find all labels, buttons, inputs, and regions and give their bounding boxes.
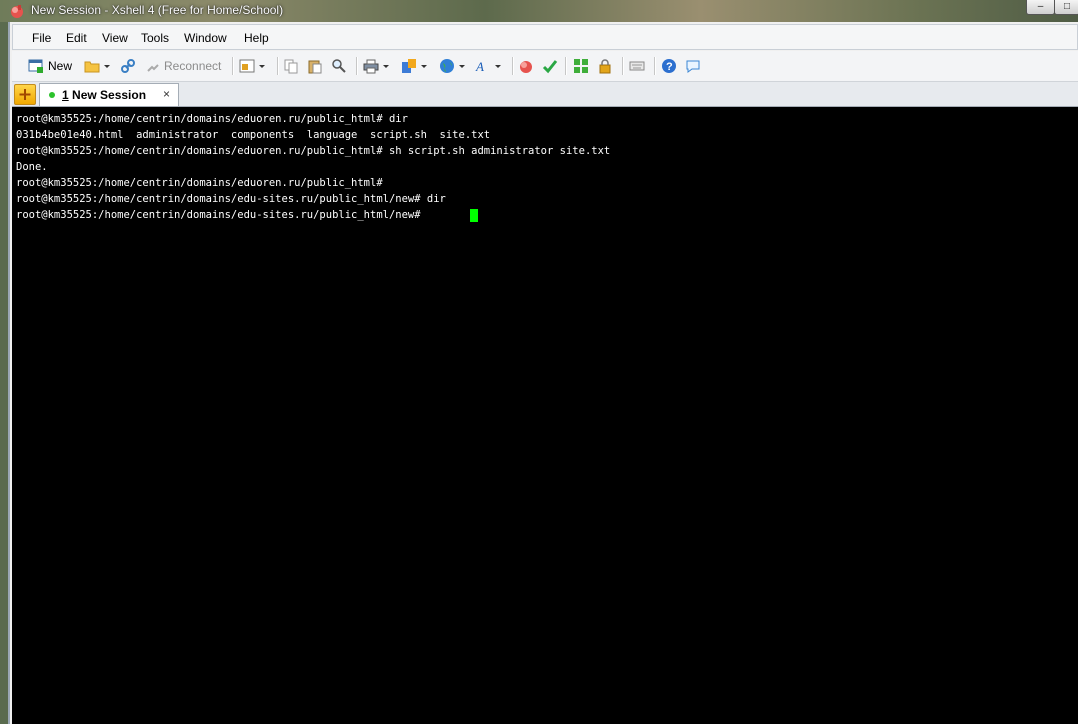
menu-file[interactable]: File [32, 31, 51, 45]
tab-label: 1 New Session [62, 88, 146, 102]
window-title: New Session - Xshell 4 (Free for Home/Sc… [31, 3, 284, 17]
grid-icon [574, 59, 588, 73]
plus-arrow-icon [19, 89, 31, 100]
add-session-button[interactable] [14, 84, 36, 105]
link-icon [121, 59, 135, 73]
globe-icon [440, 59, 454, 73]
reconnect-button[interactable]: Reconnect [145, 56, 221, 76]
xftp-icon [542, 60, 558, 74]
minimize-icon: – [1037, 1, 1044, 12]
xshell-icon [520, 61, 532, 73]
app-window: File Edit View Tools Window Help New Rec… [8, 22, 1078, 724]
maximize-icon: □ [1063, 1, 1071, 12]
help-icon: ? [662, 59, 676, 73]
copy-icon [284, 59, 298, 74]
chevron-down-icon[interactable] [259, 64, 265, 68]
toolbar-separator [232, 57, 234, 75]
new-session-icon [28, 59, 43, 73]
toolbar: New Reconnect A ? [12, 51, 1078, 82]
terminal-line: root@km35525:/home/centrin/domains/eduor… [16, 145, 611, 157]
terminal-line: root@km35525:/home/centrin/domains/edu-s… [16, 193, 446, 205]
toolbar-separator [277, 57, 279, 75]
connect-button[interactable] [120, 56, 136, 76]
reconnect-label: Reconnect [164, 59, 222, 73]
chevron-down-icon[interactable] [495, 64, 501, 68]
search-icon [332, 59, 346, 73]
menu-view[interactable]: View [102, 31, 128, 45]
close-icon[interactable]: × [163, 87, 170, 101]
paste-button[interactable] [307, 56, 323, 76]
minimize-button[interactable]: – [1026, 0, 1055, 15]
tab-number: 1 [62, 88, 69, 102]
terminal-line: root@km35525:/home/centrin/domains/eduor… [16, 113, 408, 125]
help-button[interactable]: ? [661, 56, 677, 76]
printer-icon [363, 59, 379, 74]
new-session-button[interactable]: New [28, 56, 72, 76]
open-button[interactable] [84, 56, 110, 76]
svg-text:A: A [475, 59, 484, 74]
terminal-cursor [470, 209, 478, 222]
toolbar-separator [356, 57, 358, 75]
toolbar-separator [512, 57, 514, 75]
tab-name: New Session [68, 88, 147, 102]
terminal-line: 031b4be01e40.html administrator componen… [16, 129, 491, 141]
keyboard-icon [629, 61, 645, 71]
print-button[interactable] [363, 56, 389, 76]
folder-open-icon [84, 61, 100, 73]
properties-icon [239, 59, 255, 73]
layout-button[interactable] [573, 56, 589, 76]
menu-window[interactable]: Window [184, 31, 227, 45]
new-label: New [48, 59, 73, 73]
menu-tools[interactable]: Tools [141, 31, 169, 45]
keyboard-button[interactable] [629, 56, 645, 76]
chat-button[interactable] [685, 56, 701, 76]
menu-edit[interactable]: Edit [66, 31, 87, 45]
terminal-line: root@km35525:/home/centrin/domains/eduor… [16, 177, 383, 189]
properties-button[interactable] [239, 56, 265, 76]
lock-icon [599, 59, 611, 74]
xshell-app-icon[interactable] [9, 3, 25, 19]
terminal-line: root@km35525:/home/centrin/domains/edu-s… [16, 209, 427, 221]
paste-icon [308, 60, 322, 74]
chevron-down-icon[interactable] [104, 64, 110, 68]
terminal-output[interactable]: root@km35525:/home/centrin/domains/eduor… [12, 107, 1078, 724]
connection-status-icon [49, 92, 55, 98]
transfer-button[interactable] [401, 56, 427, 76]
terminal-line: Done. [16, 161, 48, 173]
find-button[interactable] [331, 56, 347, 76]
window-title-bar[interactable]: New Session - Xshell 4 (Free for Home/Sc… [0, 0, 1078, 22]
xshell-button[interactable] [518, 56, 534, 76]
copy-button[interactable] [283, 56, 299, 76]
lock-button[interactable] [597, 56, 613, 76]
font-button[interactable]: A [475, 56, 501, 76]
maximize-button[interactable]: □ [1054, 0, 1078, 15]
file-transfer-icon [402, 59, 416, 73]
toolbar-separator [654, 57, 656, 75]
xftp-button[interactable] [542, 56, 558, 76]
chevron-down-icon[interactable] [421, 64, 427, 68]
svg-text:?: ? [666, 61, 673, 73]
toolbar-separator [622, 57, 624, 75]
tab-new-session[interactable]: 1 New Session × [39, 83, 179, 106]
toolbar-separator [565, 57, 567, 75]
reconnect-icon [147, 64, 159, 72]
font-icon: A [475, 59, 484, 74]
chevron-down-icon[interactable] [383, 64, 389, 68]
menu-bar: File Edit View Tools Window Help [12, 24, 1078, 50]
chevron-down-icon[interactable] [459, 64, 465, 68]
speech-bubble-icon [686, 60, 700, 73]
menu-help[interactable]: Help [244, 31, 269, 45]
globe-button[interactable] [439, 56, 465, 76]
session-tab-strip: 1 New Session × [12, 82, 1078, 107]
